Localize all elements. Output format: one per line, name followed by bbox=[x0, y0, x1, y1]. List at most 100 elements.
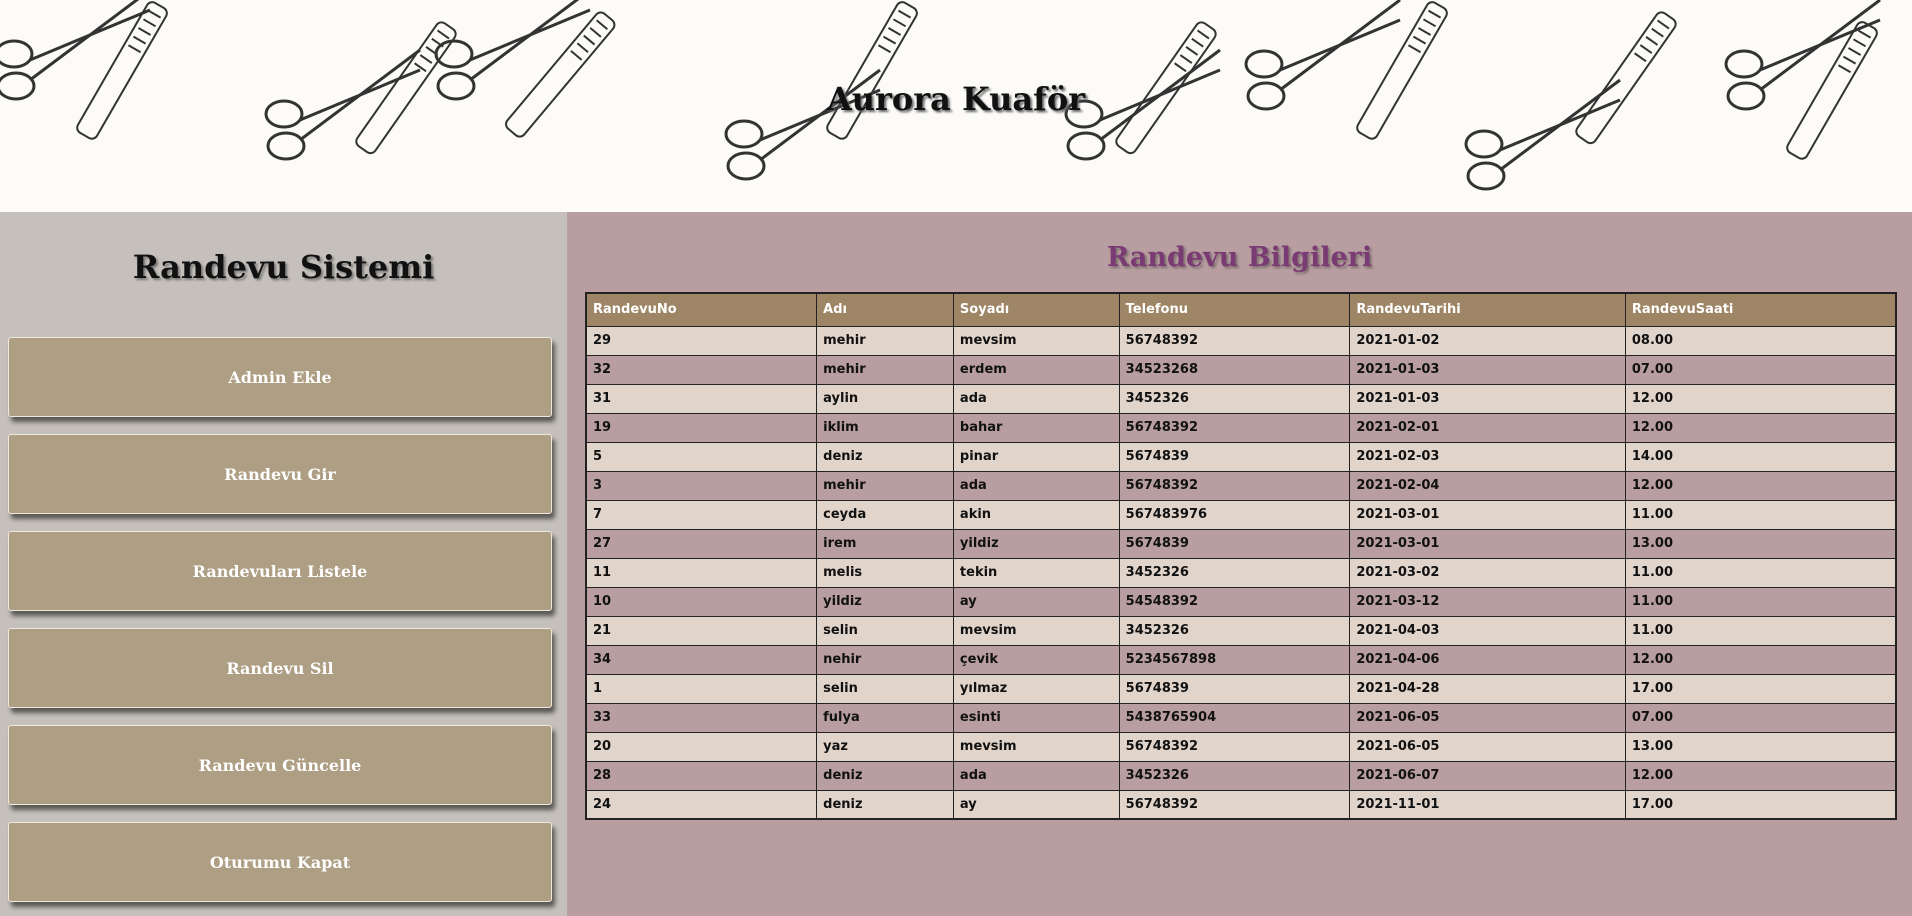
table-cell: 56748392 bbox=[1118, 325, 1351, 356]
table-cell: 2021-03-01 bbox=[1349, 499, 1626, 530]
table-cell: selin bbox=[816, 673, 954, 704]
table-cell: 13.00 bbox=[1624, 731, 1897, 762]
table-cell: 20 bbox=[585, 731, 818, 762]
table-cell: mehir bbox=[816, 354, 954, 385]
table-cell: erdem bbox=[952, 354, 1120, 385]
table-row: 21 selin mevsim 3452326 2021-04-03 11.00 bbox=[585, 615, 1897, 646]
table-cell: mevsim bbox=[952, 325, 1120, 356]
randevulari-listele-button[interactable]: Randevuları Listele bbox=[8, 531, 552, 611]
table-cell: 21 bbox=[585, 615, 818, 646]
table-cell: ceyda bbox=[816, 499, 954, 530]
table-cell: iklim bbox=[816, 412, 954, 443]
table-cell: 2021-11-01 bbox=[1349, 789, 1626, 820]
table-cell: melis bbox=[816, 557, 954, 588]
table-cell: 2021-04-03 bbox=[1349, 615, 1626, 646]
table-cell: tekin bbox=[952, 557, 1120, 588]
main-content: Randevu Bilgileri RandevuNo Adı Soyadı T… bbox=[567, 212, 1912, 916]
table-cell: 2021-03-12 bbox=[1349, 586, 1626, 617]
table-cell: 2021-06-07 bbox=[1349, 760, 1626, 791]
table-cell: 27 bbox=[585, 528, 818, 559]
table-cell: 17.00 bbox=[1624, 673, 1897, 704]
table-cell: 34523268 bbox=[1118, 354, 1351, 385]
oturumu-kapat-button[interactable]: Oturumu Kapat bbox=[8, 822, 552, 902]
table-row: 33 fulya esinti 5438765904 2021-06-05 07.00 bbox=[585, 702, 1897, 733]
column-header-randevusaati[interactable]: RandevuSaati bbox=[1624, 292, 1897, 327]
randevu-gir-button[interactable]: Randevu Gir bbox=[8, 434, 552, 514]
table-cell: 34 bbox=[585, 644, 818, 675]
admin-ekle-button[interactable]: Admin Ekle bbox=[8, 337, 552, 417]
table-cell: 5 bbox=[585, 441, 818, 472]
column-header-randevuno[interactable]: RandevuNo bbox=[585, 292, 818, 327]
table-cell: 56748392 bbox=[1118, 789, 1351, 820]
table-row: 34 nehir çevik 5234567898 2021-04-06 12.00 bbox=[585, 644, 1897, 675]
table-cell: nehir bbox=[816, 644, 954, 675]
table-header-row: RandevuNo Adı Soyadı Telefonu RandevuTar… bbox=[585, 292, 1897, 327]
table-cell: yildiz bbox=[816, 586, 954, 617]
table-cell: mehir bbox=[816, 470, 954, 501]
table-cell: 5674839 bbox=[1118, 673, 1351, 704]
table-row: 28 deniz ada 3452326 2021-06-07 12.00 bbox=[585, 760, 1897, 791]
sidebar-title: Randevu Sistemi bbox=[132, 248, 435, 286]
table-row: 3 mehir ada 56748392 2021-02-04 12.00 bbox=[585, 470, 1897, 501]
table-cell: yaz bbox=[816, 731, 954, 762]
table-row: 24 deniz ay 56748392 2021-11-01 17.00 bbox=[585, 789, 1897, 820]
column-header-telefonu[interactable]: Telefonu bbox=[1118, 292, 1351, 327]
table-cell: yildiz bbox=[952, 528, 1120, 559]
table-cell: 24 bbox=[585, 789, 818, 820]
table-cell: 2021-01-03 bbox=[1349, 354, 1626, 385]
table-cell: 1 bbox=[585, 673, 818, 704]
table-cell: 2021-03-02 bbox=[1349, 557, 1626, 588]
table-cell: 2021-04-28 bbox=[1349, 673, 1626, 704]
table-cell: 32 bbox=[585, 354, 818, 385]
table-cell: 3452326 bbox=[1118, 760, 1351, 791]
table-row: 1 selin yılmaz 5674839 2021-04-28 17.00 bbox=[585, 673, 1897, 704]
table-cell: 5674839 bbox=[1118, 441, 1351, 472]
table-cell: 14.00 bbox=[1624, 441, 1897, 472]
table-cell: irem bbox=[816, 528, 954, 559]
table-cell: 29 bbox=[585, 325, 818, 356]
table-cell: ay bbox=[952, 586, 1120, 617]
table-cell: 11.00 bbox=[1624, 557, 1897, 588]
table-cell: 12.00 bbox=[1624, 412, 1897, 443]
table-cell: 2021-02-04 bbox=[1349, 470, 1626, 501]
sidebar: Randevu Sistemi Admin Ekle Randevu Gir R… bbox=[0, 212, 567, 916]
table-cell: 28 bbox=[585, 760, 818, 791]
column-header-randevutarihi[interactable]: RandevuTarihi bbox=[1349, 292, 1626, 327]
table-cell: 567483976 bbox=[1118, 499, 1351, 530]
table-row: 5 deniz pinar 5674839 2021-02-03 14.00 bbox=[585, 441, 1897, 472]
table-cell: 07.00 bbox=[1624, 702, 1897, 733]
randevu-sil-button[interactable]: Randevu Sil bbox=[8, 628, 552, 708]
table-row: 31 aylin ada 3452326 2021-01-03 12.00 bbox=[585, 383, 1897, 414]
table-row: 7 ceyda akin 567483976 2021-03-01 11.00 bbox=[585, 499, 1897, 530]
table-cell: 33 bbox=[585, 702, 818, 733]
table-cell: ay bbox=[952, 789, 1120, 820]
table-cell: 2021-02-03 bbox=[1349, 441, 1626, 472]
table-row: 11 melis tekin 3452326 2021-03-02 11.00 bbox=[585, 557, 1897, 588]
table-cell: 12.00 bbox=[1624, 644, 1897, 675]
table-cell: deniz bbox=[816, 760, 954, 791]
table-cell: 11.00 bbox=[1624, 586, 1897, 617]
table-cell: 2021-06-05 bbox=[1349, 702, 1626, 733]
table-cell: 5234567898 bbox=[1118, 644, 1351, 675]
table-cell: 31 bbox=[585, 383, 818, 414]
table-cell: mevsim bbox=[952, 731, 1120, 762]
column-header-adi[interactable]: Adı bbox=[816, 292, 954, 327]
table-cell: 11.00 bbox=[1624, 615, 1897, 646]
table-row: 20 yaz mevsim 56748392 2021-06-05 13.00 bbox=[585, 731, 1897, 762]
header-banner: Aurora Kuaför bbox=[0, 0, 1912, 212]
table-cell: 13.00 bbox=[1624, 528, 1897, 559]
table-row: 32 mehir erdem 34523268 2021-01-03 07.00 bbox=[585, 354, 1897, 385]
table-cell: esinti bbox=[952, 702, 1120, 733]
table-cell: 07.00 bbox=[1624, 354, 1897, 385]
randevu-guncelle-button[interactable]: Randevu Güncelle bbox=[8, 725, 552, 805]
table-cell: 7 bbox=[585, 499, 818, 530]
table-cell: 5438765904 bbox=[1118, 702, 1351, 733]
table-cell: ada bbox=[952, 383, 1120, 414]
table-cell: deniz bbox=[816, 789, 954, 820]
table-cell: akin bbox=[952, 499, 1120, 530]
site-title: Aurora Kuaför bbox=[826, 80, 1086, 118]
table-cell: 3 bbox=[585, 470, 818, 501]
column-header-soyadi[interactable]: Soyadı bbox=[952, 292, 1120, 327]
table-cell: fulya bbox=[816, 702, 954, 733]
table-cell: 2021-01-02 bbox=[1349, 325, 1626, 356]
